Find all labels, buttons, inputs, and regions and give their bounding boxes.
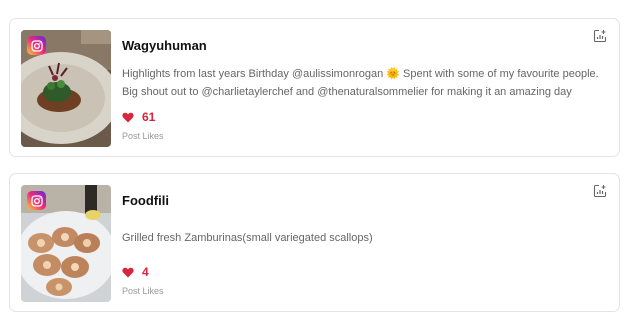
analytics-button[interactable] xyxy=(593,184,607,198)
post-caption: Grilled fresh Zamburinas(small variegate… xyxy=(122,232,373,244)
post-feed: Wagyuhuman Highlights from last years Bi… xyxy=(0,0,630,316)
likes-row: 4 xyxy=(122,265,149,279)
likes-count: 4 xyxy=(142,265,149,279)
post-image[interactable] xyxy=(21,185,111,302)
likes-count: 61 xyxy=(142,110,156,124)
likes-row: 61 xyxy=(122,110,155,124)
post-username: Foodfili xyxy=(122,193,169,208)
heart-icon xyxy=(122,112,134,122)
post-card[interactable]: Foodfili Grilled fresh Zamburinas(small … xyxy=(9,173,620,312)
post-card[interactable]: Wagyuhuman Highlights from last years Bi… xyxy=(9,18,620,157)
analytics-icon xyxy=(593,29,607,43)
analytics-icon xyxy=(593,184,607,198)
instagram-icon xyxy=(27,36,46,55)
likes-label: Post Likes xyxy=(122,131,164,141)
post-username: Wagyuhuman xyxy=(122,38,207,53)
likes-label: Post Likes xyxy=(122,286,164,296)
heart-icon xyxy=(122,267,134,277)
post-caption: Highlights from last years Birthday @aul… xyxy=(122,68,599,98)
instagram-icon xyxy=(27,191,46,210)
post-image[interactable] xyxy=(21,30,111,147)
analytics-button[interactable] xyxy=(593,29,607,43)
